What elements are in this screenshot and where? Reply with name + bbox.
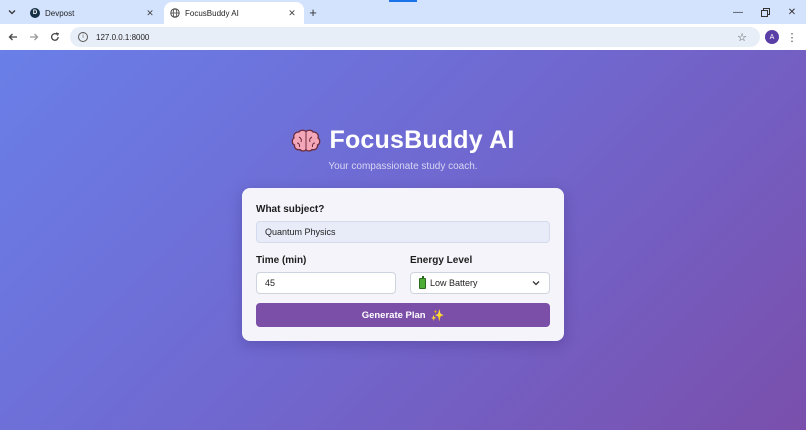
energy-select-value: Low Battery [430,278,478,288]
kebab-menu-icon[interactable]: ⋮ [786,29,798,45]
reload-icon[interactable] [47,29,63,45]
tab-title: Devpost [45,8,75,18]
page-title: FocusBuddy AI [329,126,515,154]
sparkle-icon: ✨ [430,309,445,322]
plan-form-card: What subject? Quantum Physics Time (min)… [242,188,564,341]
subject-input-value: Quantum Physics [265,227,336,237]
energy-select[interactable]: Low Battery [410,272,550,294]
url-text: 127.0.0.1:8000 [96,32,150,42]
close-icon[interactable]: ✕ [144,7,156,19]
generate-plan-button[interactable]: Generate Plan ✨ [256,303,550,327]
energy-label: Energy Level [410,255,473,266]
info-icon[interactable]: i [78,32,88,42]
chevron-down-icon [8,10,16,15]
time-label: Time (min) [256,255,307,266]
time-input-value: 45 [265,278,276,288]
battery-icon [419,275,426,289]
bookmark-star-icon[interactable]: ☆ [735,29,749,45]
tab-title: FocusBuddy AI [185,8,239,18]
chevron-down-icon [532,281,540,286]
app-page: FocusBuddy AI Your compassionate study c… [0,50,806,430]
tab-accent-line [389,0,417,2]
tab-bar: D Devpost ✕ FocusBuddy AI ✕ + — ✕ [0,0,806,24]
tab-focusbuddy[interactable]: FocusBuddy AI ✕ [164,2,304,24]
generate-plan-label: Generate Plan [361,309,426,321]
profile-avatar[interactable]: A [765,30,779,44]
subject-label: What subject? [256,204,325,215]
devpost-icon: D [30,8,40,18]
close-icon[interactable]: ✕ [286,7,298,19]
window-close-icon[interactable]: ✕ [782,3,802,21]
minimize-icon[interactable]: — [728,3,748,21]
back-icon[interactable] [5,29,21,45]
forward-icon[interactable] [26,29,42,45]
page-subtitle: Your compassionate study coach. [328,161,478,172]
browser-toolbar: i 127.0.0.1:8000 ☆ A ⋮ [0,24,806,50]
address-bar[interactable]: i 127.0.0.1:8000 [70,27,760,47]
new-tab-button[interactable]: + [306,5,320,20]
page-header: FocusBuddy AI [0,126,806,155]
globe-icon [170,8,180,18]
restore-icon[interactable] [755,3,775,21]
tab-search-button[interactable] [5,5,19,19]
subject-input[interactable]: Quantum Physics [256,221,550,243]
tab-devpost[interactable]: D Devpost ✕ [24,2,162,24]
time-input[interactable]: 45 [256,272,396,294]
brain-icon [292,129,321,152]
